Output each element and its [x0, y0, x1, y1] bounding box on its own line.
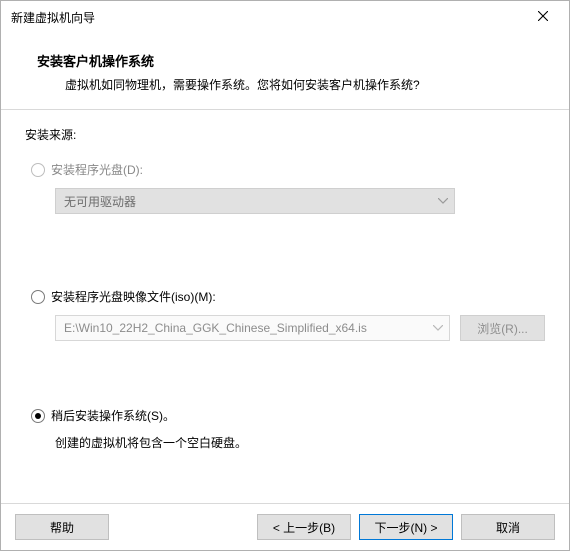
- later-description: 创建的虚拟机将包含一个空白硬盘。: [55, 434, 545, 451]
- radio-icon: [31, 163, 45, 177]
- cancel-button[interactable]: 取消: [461, 514, 555, 540]
- wizard-footer: 帮助 < 上一步(B) 下一步(N) > 取消: [1, 503, 569, 550]
- wizard-header: 安装客户机操作系统 虚拟机如同物理机，需要操作系统。您将如何安装客户机操作系统?: [1, 33, 569, 110]
- install-source-label: 安装来源:: [25, 126, 545, 143]
- radio-disc-label: 安装程序光盘(D):: [51, 161, 143, 178]
- option-iso: 安装程序光盘映像文件(iso)(M): E:\Win10_22H2_China_…: [25, 288, 545, 341]
- radio-later-label: 稍后安装操作系统(S)。: [51, 407, 175, 424]
- browse-button[interactable]: 浏览(R)...: [460, 315, 545, 341]
- wizard-window: 新建虚拟机向导 安装客户机操作系统 虚拟机如同物理机，需要操作系统。您将如何安装…: [0, 0, 570, 551]
- iso-path-dropdown[interactable]: E:\Win10_22H2_China_GGK_Chinese_Simplifi…: [55, 315, 450, 341]
- option-disc: 安装程序光盘(D): 无可用驱动器: [25, 161, 545, 214]
- next-button[interactable]: 下一步(N) >: [359, 514, 453, 540]
- option-later: 稍后安装操作系统(S)。 创建的虚拟机将包含一个空白硬盘。: [25, 407, 545, 451]
- page-heading: 安装客户机操作系统: [37, 51, 545, 70]
- page-subheading: 虚拟机如同物理机，需要操作系统。您将如何安装客户机操作系统?: [65, 76, 545, 93]
- content-area: 安装来源: 安装程序光盘(D): 无可用驱动器 安装程序光盘映像文件(: [1, 110, 569, 503]
- close-button[interactable]: [521, 2, 565, 32]
- help-button[interactable]: 帮助: [15, 514, 109, 540]
- chevron-down-icon: [432, 198, 454, 204]
- radio-later[interactable]: 稍后安装操作系统(S)。: [31, 407, 545, 424]
- radio-icon: [31, 290, 45, 304]
- radio-iso-label: 安装程序光盘映像文件(iso)(M):: [51, 288, 216, 305]
- close-icon: [538, 10, 548, 24]
- disc-drive-value: 无可用驱动器: [56, 193, 432, 210]
- titlebar: 新建虚拟机向导: [1, 1, 569, 33]
- chevron-down-icon: [427, 325, 449, 331]
- back-button[interactable]: < 上一步(B): [257, 514, 351, 540]
- window-title: 新建虚拟机向导: [11, 9, 521, 26]
- radio-iso[interactable]: 安装程序光盘映像文件(iso)(M):: [31, 288, 545, 305]
- radio-icon: [31, 409, 45, 423]
- disc-drive-dropdown[interactable]: 无可用驱动器: [55, 188, 455, 214]
- radio-disc[interactable]: 安装程序光盘(D):: [31, 161, 545, 178]
- iso-path-value: E:\Win10_22H2_China_GGK_Chinese_Simplifi…: [56, 321, 427, 335]
